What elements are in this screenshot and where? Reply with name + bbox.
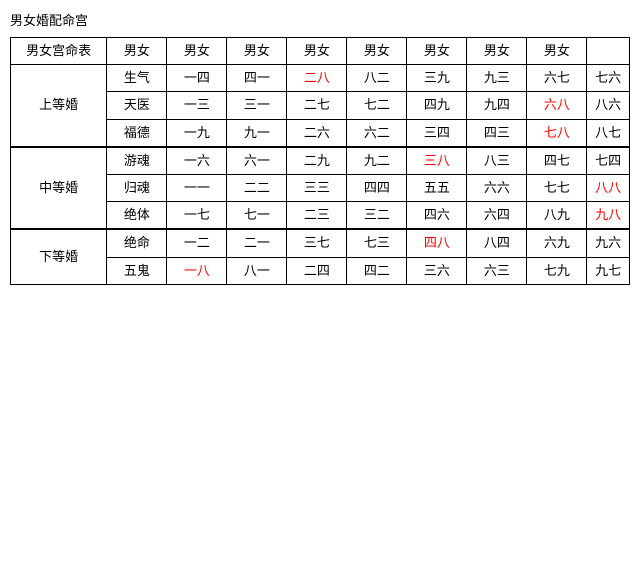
header-col2: 男女: [167, 38, 227, 65]
page-title: 男女婚配命宫: [10, 10, 630, 29]
table-cell: 三三: [287, 174, 347, 201]
table-cell: 八八: [587, 174, 630, 201]
table-cell: 七四: [587, 147, 630, 175]
table-cell: 四三: [467, 119, 527, 147]
table-cell: 一四: [167, 65, 227, 92]
table-cell: 四四: [347, 174, 407, 201]
table-cell: 八七: [587, 119, 630, 147]
header-col6: 男女: [407, 38, 467, 65]
table-cell: 三八: [407, 147, 467, 175]
table-cell: 三四: [407, 119, 467, 147]
table-cell: 八一: [227, 257, 287, 284]
table-cell: 八六: [587, 92, 630, 119]
table-cell: 四七: [527, 147, 587, 175]
table-cell: 二一: [227, 229, 287, 257]
table-cell: 六九: [527, 229, 587, 257]
table-cell: 七二: [347, 92, 407, 119]
category-label: 五鬼: [107, 257, 167, 284]
table-cell: 九二: [347, 147, 407, 175]
table-cell: 三二: [347, 202, 407, 230]
grade-label: 上等婚: [11, 65, 107, 147]
table-row: 中等婚游魂一六六一二九九二三八八三四七七四: [11, 147, 630, 175]
category-label: 绝体: [107, 202, 167, 230]
header-col1: 男女: [107, 38, 167, 65]
table-cell: 七七: [527, 174, 587, 201]
table-row: 上等婚生气一四四一二八八二三九九三六七七六: [11, 65, 630, 92]
table-cell: 九八: [587, 202, 630, 230]
table-cell: 一六: [167, 147, 227, 175]
header-col8: 男女: [527, 38, 587, 65]
table-cell: 八九: [527, 202, 587, 230]
table-cell: 六四: [467, 202, 527, 230]
table-cell: 八三: [467, 147, 527, 175]
table-cell: 九一: [227, 119, 287, 147]
table-cell: 六三: [467, 257, 527, 284]
table-cell: 九七: [587, 257, 630, 284]
category-label: 绝命: [107, 229, 167, 257]
table-cell: 六一: [227, 147, 287, 175]
table-row: 下等婚绝命一二二一三七七三四八八四六九九六: [11, 229, 630, 257]
table-cell: 二四: [287, 257, 347, 284]
table-cell: 一二: [167, 229, 227, 257]
table-cell: 五五: [407, 174, 467, 201]
table-cell: 七六: [587, 65, 630, 92]
table-cell: 一三: [167, 92, 227, 119]
header-col0: 男女宫命表: [11, 38, 107, 65]
table-cell: 一八: [167, 257, 227, 284]
table-cell: 四一: [227, 65, 287, 92]
table-cell: 六二: [347, 119, 407, 147]
table-cell: 七九: [527, 257, 587, 284]
table-cell: 九三: [467, 65, 527, 92]
grade-label: 中等婚: [11, 147, 107, 230]
table-cell: 七一: [227, 202, 287, 230]
table-cell: 二七: [287, 92, 347, 119]
table-cell: 七八: [527, 119, 587, 147]
header-col4: 男女: [287, 38, 347, 65]
table-cell: 二九: [287, 147, 347, 175]
category-label: 归魂: [107, 174, 167, 201]
table-cell: 六八: [527, 92, 587, 119]
category-label: 生气: [107, 65, 167, 92]
table-cell: 七三: [347, 229, 407, 257]
table-cell: 四二: [347, 257, 407, 284]
header-col5: 男女: [347, 38, 407, 65]
category-label: 天医: [107, 92, 167, 119]
table-cell: 二二: [227, 174, 287, 201]
table-cell: 三九: [407, 65, 467, 92]
table-cell: 二八: [287, 65, 347, 92]
table-cell: 八四: [467, 229, 527, 257]
category-label: 游魂: [107, 147, 167, 175]
table-cell: 三六: [407, 257, 467, 284]
table-cell: 九六: [587, 229, 630, 257]
header-col3: 男女: [227, 38, 287, 65]
table-cell: 六七: [527, 65, 587, 92]
table-cell: 六六: [467, 174, 527, 201]
table-cell: 四九: [407, 92, 467, 119]
main-table: 男女宫命表 男女 男女 男女 男女 男女 男女 男女 男女 上等婚生气一四四一二…: [10, 37, 630, 285]
table-cell: 四六: [407, 202, 467, 230]
table-cell: 四八: [407, 229, 467, 257]
header-col7: 男女: [467, 38, 527, 65]
table-cell: 二六: [287, 119, 347, 147]
table-cell: 二三: [287, 202, 347, 230]
table-cell: 一九: [167, 119, 227, 147]
table-cell: 三一: [227, 92, 287, 119]
grade-label: 下等婚: [11, 229, 107, 284]
table-cell: 一一: [167, 174, 227, 201]
category-label: 福德: [107, 119, 167, 147]
table-cell: 八二: [347, 65, 407, 92]
table-cell: 一七: [167, 202, 227, 230]
table-header-row: 男女宫命表 男女 男女 男女 男女 男女 男女 男女 男女: [11, 38, 630, 65]
table-cell: 三七: [287, 229, 347, 257]
table-cell: 九四: [467, 92, 527, 119]
